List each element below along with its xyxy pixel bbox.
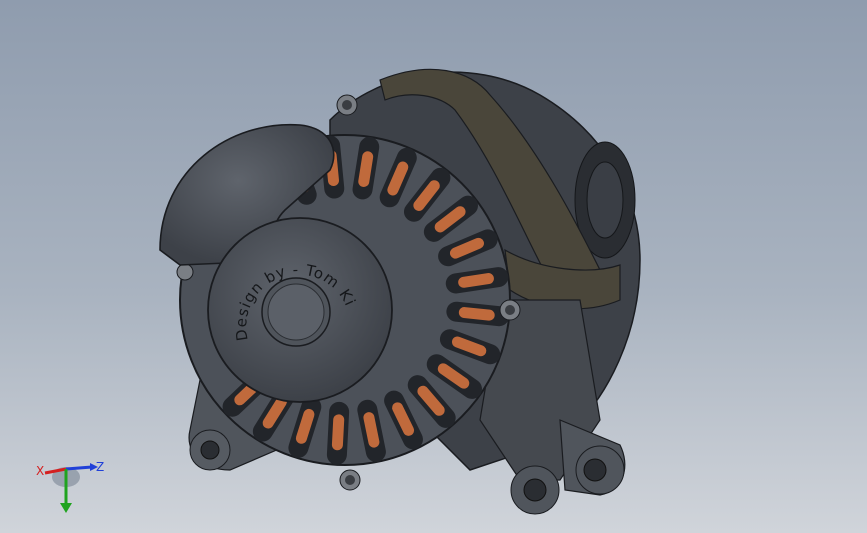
copper-winding xyxy=(358,151,374,187)
z-axis-label: Z xyxy=(96,460,104,474)
copper-winding xyxy=(331,414,345,451)
coordinate-triad[interactable]: X Z xyxy=(30,455,110,525)
3d-viewport[interactable]: Design by - Tom Kirkup X Z xyxy=(0,0,867,533)
z-axis-arrow xyxy=(65,465,93,471)
x-axis-label: X xyxy=(36,464,44,478)
copper-winding xyxy=(363,412,380,448)
y-axis-arrowhead xyxy=(60,503,72,513)
alternator-model[interactable]: Design by - Tom Kirkup xyxy=(0,0,867,533)
copper-winding xyxy=(458,307,495,321)
copper-winding xyxy=(295,408,315,444)
copper-winding xyxy=(458,273,494,288)
